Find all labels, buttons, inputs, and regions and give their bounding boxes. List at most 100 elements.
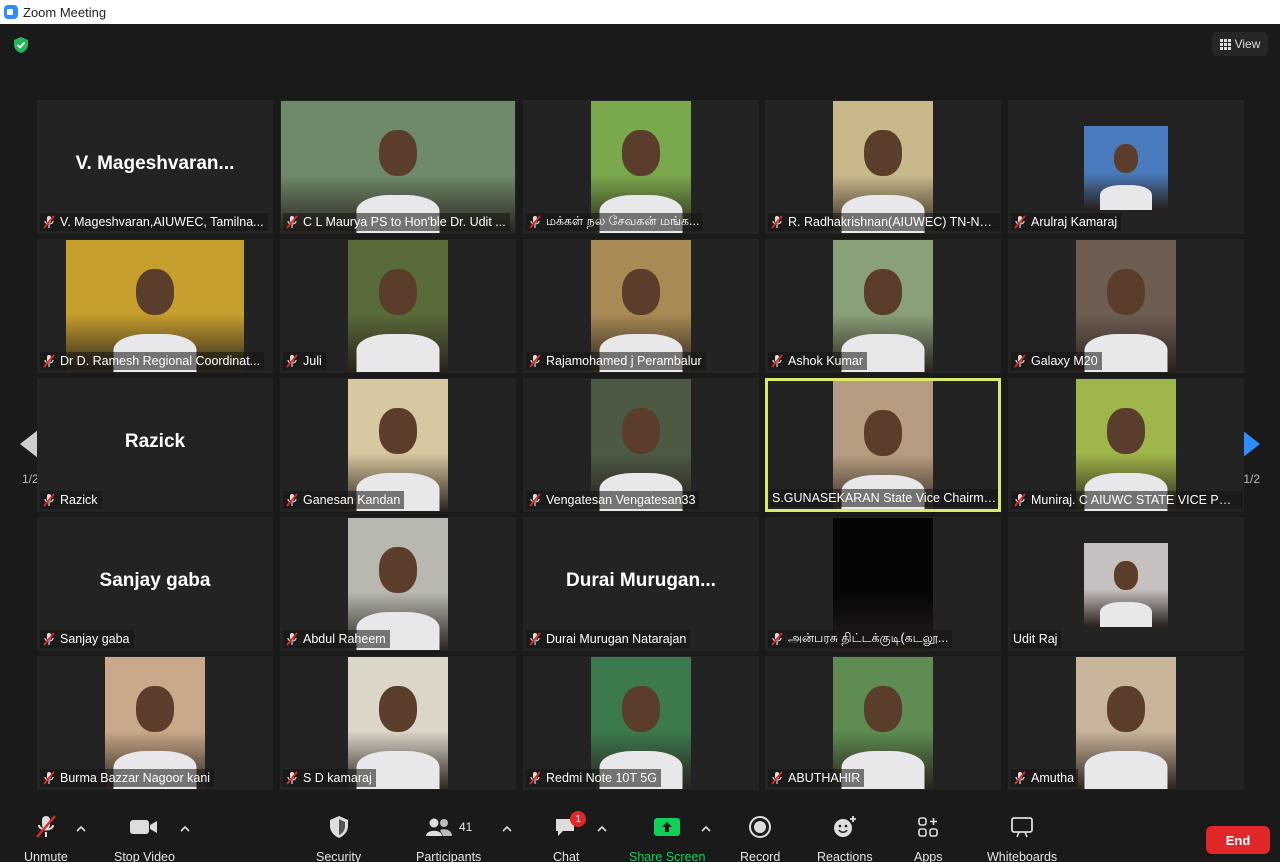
profile-photo [1084,543,1168,627]
participant-name-caption: Abdul Raheem [283,630,390,648]
participant-name: Vengatesan Vengatesan33 [546,493,696,507]
microphone-muted-icon [285,771,299,785]
participant-tile[interactable]: Muniraj. C AIUWC STATE VICE PRESID... [1008,378,1244,512]
participant-name: Amutha [1031,771,1075,785]
participant-tile[interactable]: Burma Bazzar Nagoor kani [37,656,273,790]
audio-options-caret-icon[interactable] [76,824,86,834]
person-silhouette [379,686,417,732]
participant-tile[interactable]: Ashok Kumar [765,239,1001,373]
participant-tile[interactable]: மக்கள் நல சேவகன் மங்க... [523,100,759,234]
participant-tile[interactable]: Amutha [1008,656,1244,790]
record-icon [748,814,772,840]
participant-name: R. Radhakrishnan(AIUWEC) TN-Na... [788,215,996,229]
participant-tile[interactable]: S D kamaraj [280,656,516,790]
whiteboards-button[interactable]: Whiteboards [987,814,1057,862]
participants-icon [425,818,452,836]
participant-tile[interactable]: Rajamohamed j Perambalur [523,239,759,373]
participant-tile[interactable]: C L Maurya PS to Hon'ble Dr. Udit ... [280,100,516,234]
microphone-muted-icon [528,215,542,229]
stop-video-label: Stop Video [114,850,175,862]
title-bar: Zoom Meeting [0,0,1280,24]
security-button[interactable]: Security [316,814,361,862]
participant-tile[interactable]: Abdul Raheem [280,517,516,651]
participant-name-caption: Dr D. Ramesh Regional Coordinat... [40,352,265,370]
participant-name: மக்கள் நல சேவகன் மங்க... [546,214,700,228]
microphone-muted-icon [1013,493,1027,507]
participant-tile[interactable]: Galaxy M20 [1008,239,1244,373]
participant-name: Juli [303,354,322,368]
participant-name: Arulraj Kamaraj [1031,215,1118,229]
participant-tile[interactable]: Juli [280,239,516,373]
end-meeting-button[interactable]: End [1206,826,1270,854]
apps-label: Apps [914,850,943,862]
person-torso [1084,751,1168,789]
share-screen-button[interactable]: Share Screen [629,814,705,862]
participant-tile[interactable]: Razick Razick [37,378,273,512]
participant-name-caption: Burma Bazzar Nagoor kani [40,769,215,787]
chat-label: Chat [553,850,580,862]
participants-options-caret-icon[interactable] [502,824,512,834]
participant-tile[interactable]: R. Radhakrishnan(AIUWEC) TN-Na... [765,100,1001,234]
microphone-muted-icon [770,632,784,646]
participant-tile[interactable]: Ganesan Kandan [280,378,516,512]
participant-display-name: V. Mageshvaran... [75,153,235,174]
participant-tile[interactable]: Vengatesan Vengatesan33 [523,378,759,512]
smiley-plus-icon [832,814,858,840]
participant-tile[interactable]: அன்பரசு திட்டக்குடி(கடலூ... [765,517,1001,651]
view-label: View [1234,37,1261,51]
participant-tile[interactable]: Udit Raj [1008,517,1244,651]
participant-tile[interactable]: S.GUNASEKARAN State Vice Chairma... [765,378,1001,512]
chat-options-caret-icon[interactable] [597,824,607,834]
participant-name-caption: Galaxy M20 [1011,352,1102,370]
security-shield-icon[interactable] [12,36,30,54]
participant-name-caption: Ganesan Kandan [283,491,405,509]
participant-name: ABUTHAHIR [788,771,861,785]
top-bar: View [0,24,1280,68]
meeting-toolbar: Unmute Stop Video Security 41 Participan… [0,806,1280,862]
participant-tile[interactable]: Durai Murugan... Durai Murugan Natarajan [523,517,759,651]
participant-name: Durai Murugan Natarajan [546,632,687,646]
participant-tile[interactable]: Dr D. Ramesh Regional Coordinat... [37,239,273,373]
chat-button[interactable]: 1 Chat [553,811,587,862]
person-silhouette [864,686,902,732]
whiteboard-icon [1010,814,1034,840]
person-silhouette [622,686,660,732]
reactions-button[interactable]: Reactions [817,814,873,862]
participants-count: 41 [458,820,473,834]
grid-icon [1219,38,1231,50]
share-options-caret-icon[interactable] [701,824,711,834]
participant-name: Galaxy M20 [1031,354,1098,368]
video-gallery: V. Mageshvaran... V. Mageshvaran,AIUWEC, … [37,100,1247,792]
stop-video-button[interactable]: Stop Video [114,814,175,862]
participant-name: Redmi Note 10T 5G [546,771,657,785]
microphone-muted-icon [528,771,542,785]
participant-video [1076,657,1176,789]
arrow-left-icon [20,430,38,458]
microphone-muted-icon [42,493,56,507]
record-button[interactable]: Record [740,814,780,862]
participant-tile[interactable]: ABUTHAHIR [765,656,1001,790]
person-silhouette [864,269,902,315]
person-silhouette [1114,144,1138,173]
participant-name-caption: Sanjay gaba [40,630,134,648]
participant-name: Dr D. Ramesh Regional Coordinat... [60,354,261,368]
apps-button[interactable]: Apps [914,814,943,862]
person-silhouette [379,269,417,315]
participant-name: Sanjay gaba [60,632,130,646]
participant-tile[interactable]: V. Mageshvaran... V. Mageshvaran,AIUWEC, … [37,100,273,234]
person-silhouette [379,547,417,593]
participant-tile[interactable]: Arulraj Kamaraj [1008,100,1244,234]
shield-icon [328,814,350,840]
microphone-muted-icon [285,632,299,646]
participants-button[interactable]: 41 Participants [416,814,481,862]
participant-display-name: Sanjay gaba [99,570,211,591]
view-button[interactable]: View [1212,32,1268,56]
person-silhouette [864,130,902,176]
participant-tile[interactable]: Redmi Note 10T 5G [523,656,759,790]
participant-name-caption: S D kamaraj [283,769,376,787]
unmute-button[interactable]: Unmute [24,814,68,862]
participant-tile[interactable]: Sanjay gaba Sanjay gaba [37,517,273,651]
video-camera-icon [129,814,159,840]
person-silhouette [136,269,174,315]
video-options-caret-icon[interactable] [180,824,190,834]
